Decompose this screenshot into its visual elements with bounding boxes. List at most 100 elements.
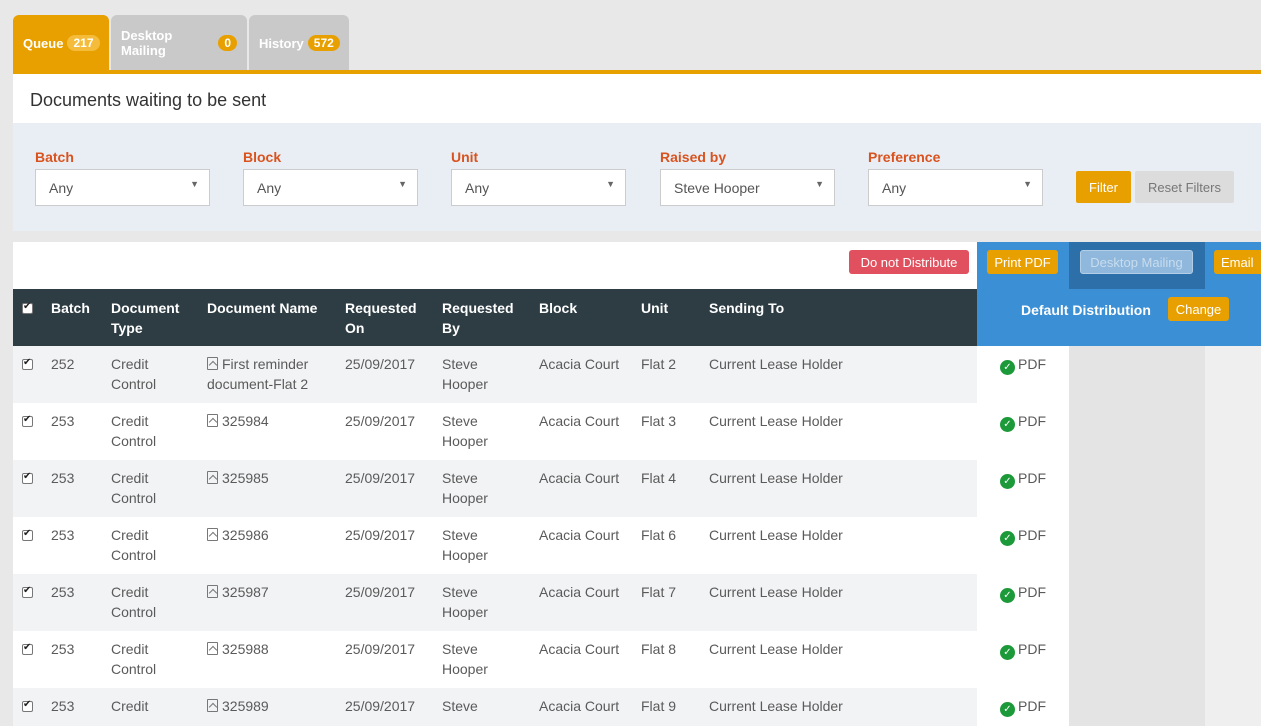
cell-block: Acacia Court [539, 584, 620, 600]
document-name-link[interactable]: 325987 [222, 584, 269, 600]
tab-desktop-mailing[interactable]: Desktop Mailing 0 [111, 15, 247, 71]
column-header-sending-to[interactable]: Sending To [709, 298, 784, 318]
batch-select[interactable]: Any ▼ [35, 169, 210, 206]
cell-block: Acacia Court [539, 356, 620, 372]
cell-requested-on: 25/09/2017 [345, 356, 416, 372]
tab-queue[interactable]: Queue 217 [13, 15, 109, 71]
cell-type: Credit Control [111, 527, 157, 563]
document-name-link[interactable]: 325985 [222, 470, 269, 486]
cell-desktop-mailing [1069, 631, 1205, 688]
table-row[interactable]: 253 Credit Control 325987 25/09/2017 Steve H… [13, 574, 1261, 631]
distribution-label: PDF [1018, 584, 1046, 600]
column-header-document-type[interactable]: Document Type [111, 298, 199, 338]
caret-down-icon: ▼ [398, 179, 407, 189]
check-circle-icon: ✓ [1000, 360, 1015, 375]
check-circle-icon: ✓ [1000, 417, 1015, 432]
row-checkbox[interactable] [22, 357, 33, 370]
unit-select-value: Any [465, 180, 490, 196]
default-distribution-label: Default Distribution [1021, 302, 1151, 318]
table-row[interactable]: 253 Credit Control 325988 25/09/2017 Steve H… [13, 631, 1261, 688]
document-name-link[interactable]: First reminder document-Flat 2 [207, 356, 308, 392]
cell-type: Credit [111, 698, 149, 714]
print-pdf-button[interactable]: Print PDF [987, 250, 1058, 274]
block-select[interactable]: Any ▼ [243, 169, 418, 206]
row-main: 253 Credit Control 325986 25/09/2017 Steve H… [13, 517, 977, 574]
cell-block: Acacia Court [539, 698, 620, 714]
distribution-pdf: ✓ PDF [1000, 411, 1046, 432]
distribution-label: PDF [1018, 356, 1046, 372]
document-name-link[interactable]: 325989 [222, 698, 269, 714]
unit-select[interactable]: Any ▼ [451, 169, 626, 206]
cell-document-name[interactable]: 325985 [207, 468, 337, 488]
row-checkbox[interactable] [22, 414, 33, 427]
change-distribution-button[interactable]: Change [1168, 297, 1229, 321]
column-header-block[interactable]: Block [539, 298, 577, 318]
tab-label: Desktop Mailing [121, 28, 173, 58]
select-all-checkbox[interactable] [22, 301, 33, 314]
cell-desktop-mailing [1069, 346, 1205, 403]
row-checkbox[interactable] [22, 528, 33, 541]
cell-document-name[interactable]: 325988 [207, 639, 337, 659]
table-row[interactable]: 253 Credit 325989 25/09/2017 Steve Acacia Cou… [13, 688, 1261, 726]
pdf-file-icon [207, 642, 218, 655]
document-name-link[interactable]: 325988 [222, 641, 269, 657]
column-header-unit[interactable]: Unit [641, 298, 668, 318]
cell-unit: Flat 8 [641, 641, 677, 657]
cell-unit: Flat 4 [641, 470, 677, 486]
row-checkbox[interactable] [22, 642, 33, 655]
cell-type: Credit Control [111, 641, 157, 677]
preference-select[interactable]: Any ▼ [868, 169, 1043, 206]
row-checkbox[interactable] [22, 585, 33, 598]
cell-distribution: ✓ PDF [977, 460, 1069, 517]
cell-requested-by: Steve Hooper [442, 413, 488, 449]
column-header-requested-by[interactable]: Requested By [442, 298, 528, 338]
filter-button[interactable]: Filter [1076, 171, 1131, 203]
check-circle-icon: ✓ [1000, 588, 1015, 603]
block-filter-label: Block [243, 149, 282, 165]
tab-history[interactable]: History 572 [249, 15, 349, 71]
caret-down-icon: ▼ [190, 179, 199, 189]
cell-desktop-mailing [1069, 460, 1205, 517]
unit-filter: Unit Any ▼ [451, 149, 626, 206]
email-button[interactable]: Email [1214, 250, 1261, 274]
cell-requested-by: Steve Hooper [442, 470, 488, 506]
table-row[interactable]: 252 Credit Control First reminder document… [13, 346, 1261, 403]
cell-document-name[interactable]: 325984 [207, 411, 337, 431]
caret-down-icon: ▼ [815, 179, 824, 189]
default-distribution-header: Default Distribution Change [977, 289, 1261, 346]
distribution-pdf: ✓ PDF [1000, 525, 1046, 546]
cell-type: Credit Control [111, 413, 157, 449]
cell-desktop-mailing [1069, 574, 1205, 631]
do-not-distribute-button[interactable]: Do not Distribute [849, 250, 969, 274]
unit-filter-label: Unit [451, 149, 479, 165]
column-header-batch[interactable]: Batch [51, 298, 90, 318]
cell-document-name[interactable]: First reminder document-Flat 2 [207, 354, 337, 394]
check-circle-icon: ✓ [1000, 645, 1015, 660]
cell-document-name[interactable]: 325986 [207, 525, 337, 545]
cell-block: Acacia Court [539, 527, 620, 543]
document-name-link[interactable]: 325984 [222, 413, 269, 429]
table-row[interactable]: 253 Credit Control 325985 25/09/2017 Steve H… [13, 460, 1261, 517]
cell-desktop-mailing [1069, 517, 1205, 574]
bulk-action-bar: Do not Distribute [13, 242, 977, 289]
reset-filters-button[interactable]: Reset Filters [1135, 171, 1234, 203]
table-row[interactable]: 253 Credit Control 325984 25/09/2017 Steve H… [13, 403, 1261, 460]
row-checkbox[interactable] [22, 471, 33, 484]
cell-batch: 252 [51, 356, 75, 372]
cell-document-name[interactable]: 325987 [207, 582, 337, 602]
raised-by-filter-label: Raised by [660, 149, 727, 165]
column-header-document-name[interactable]: Document Name [207, 298, 317, 318]
cell-sending-to: Current Lease Holder [709, 470, 843, 486]
document-name-link[interactable]: 325986 [222, 527, 269, 543]
desktop-mailing-button[interactable]: Desktop Mailing [1080, 250, 1193, 274]
cell-document-name[interactable]: 325989 [207, 696, 337, 716]
column-header-requested-on[interactable]: Requested On [345, 298, 431, 338]
cell-distribution: ✓ PDF [977, 574, 1069, 631]
table-row[interactable]: 253 Credit Control 325986 25/09/2017 Steve H… [13, 517, 1261, 574]
cell-requested-on: 25/09/2017 [345, 527, 416, 543]
cell-desktop-mailing [1069, 403, 1205, 460]
row-checkbox[interactable] [22, 699, 33, 712]
cell-email [1205, 631, 1261, 688]
raised-by-select[interactable]: Steve Hooper ▼ [660, 169, 835, 206]
block-select-value: Any [257, 180, 282, 196]
